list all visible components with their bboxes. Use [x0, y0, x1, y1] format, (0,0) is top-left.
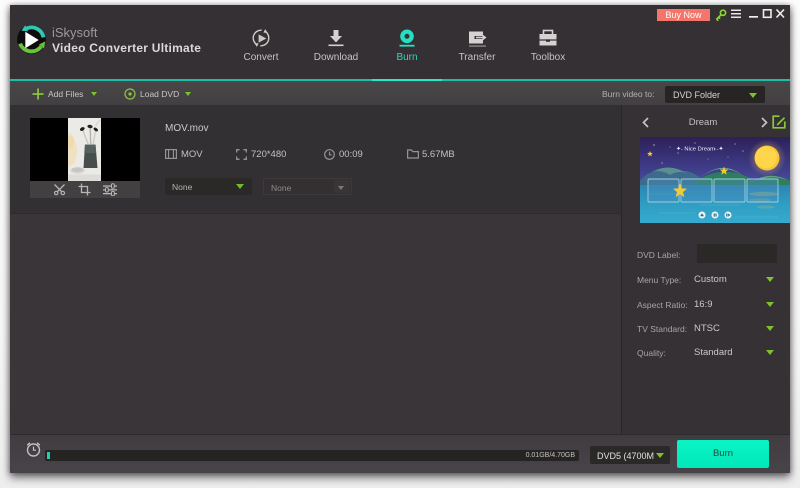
svg-text:✦‑ Nice Dream ‑✦: ✦‑ Nice Dream ‑✦	[676, 146, 724, 153]
